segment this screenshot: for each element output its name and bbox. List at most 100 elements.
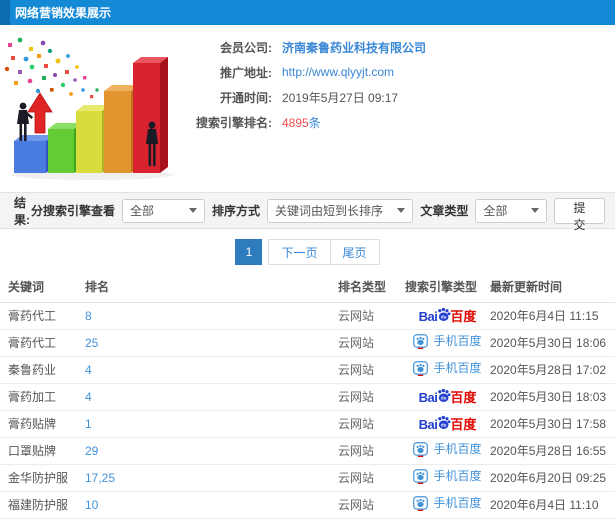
col-header-engine-type: 搜索引擎类型: [405, 272, 490, 303]
engine-cell: 手机百度: [405, 329, 490, 357]
chevron-down-icon: [189, 208, 198, 213]
next-page-button[interactable]: 下一页: [268, 239, 331, 265]
engine-cell: 手机百度: [405, 356, 490, 384]
article-type-select[interactable]: 全部: [475, 198, 547, 223]
bar-chart-clipart-icon: [4, 37, 174, 180]
title-bar-accent: [0, 0, 10, 25]
info-row-open-time: 开通时间: 2019年5月27日 09:17: [182, 90, 426, 105]
rank-cell: 4: [85, 356, 338, 384]
engine-cell: 手机百度: [405, 437, 490, 465]
engine-cell: 手机百度: [405, 491, 490, 519]
rank-cell: 8: [85, 302, 338, 330]
page-title: 网络营销效果展示: [15, 6, 112, 20]
rank-link[interactable]: 25: [85, 336, 98, 350]
last-page-button[interactable]: 尾页: [329, 239, 380, 265]
keyword-cell: 膏药代工: [0, 302, 85, 330]
mobile-baidu-logo: 手机百度: [413, 441, 482, 457]
rank-link[interactable]: 1: [85, 417, 92, 431]
rank-cell: 1: [85, 410, 338, 438]
table-row: 金华防护服 17,25 云网站 手机百度 2020年6月20日 09:25: [0, 464, 615, 492]
sort-label: 排序方式: [212, 204, 261, 218]
sort-select[interactable]: 关键词由短到长排序: [267, 198, 414, 223]
ranking-count-label: 搜索引擎排名:: [196, 115, 272, 130]
mobile-baidu-text: 手机百度: [433, 469, 482, 483]
chevron-down-icon: [397, 208, 406, 213]
rank-type-cell: 云网站: [338, 302, 405, 330]
promo-url-link[interactable]: http://www.qlyyjt.com: [282, 65, 394, 79]
member-info-section: 会员公司: 济南秦鲁药业科技有限公司 推广地址: http://www.qlyy…: [0, 25, 615, 192]
ranking-count-unit: 条: [308, 115, 321, 130]
engine-view-label: 分搜索引擎查看: [30, 204, 115, 218]
table-body: 膏药代工 8 云网站 Bai du 百度 2020年6月4日 11:15 膏药代…: [0, 302, 615, 519]
ranking-count-value: 4895: [282, 115, 309, 130]
table-row: 膏药贴牌 1 云网站 Bai du 百度 2020年5月30日 17:58: [0, 410, 615, 438]
rank-link[interactable]: 29: [85, 444, 98, 458]
baidu-logo-cn: 百度: [450, 390, 477, 405]
rank-link[interactable]: 4: [85, 363, 92, 377]
update-time-cell: 2020年5月30日 18:03: [490, 383, 615, 411]
table-row: 福建防护服 10 云网站 手机百度 2020年6月4日 11:10: [0, 491, 615, 519]
engine-view-select[interactable]: 全部: [121, 198, 206, 223]
table-row: 口罩贴牌 29 云网站 手机百度 2020年5月28日 16:55: [0, 437, 615, 465]
rank-link[interactable]: 10: [85, 498, 98, 512]
keyword-cell: 膏药代工: [0, 329, 85, 357]
article-type-label: 文章类型: [420, 204, 469, 218]
rank-type-cell: 云网站: [338, 383, 405, 411]
rank-type-cell: 云网站: [338, 491, 405, 519]
mobile-baidu-paw-icon: [413, 468, 429, 484]
engine-cell: 手机百度: [405, 464, 490, 492]
info-row-ranking-count: 搜索引擎排名: 4895条: [182, 115, 426, 130]
confetti-dots: [4, 37, 99, 99]
mobile-baidu-paw-icon: [413, 495, 429, 511]
mobile-baidu-logo: 手机百度: [413, 333, 482, 349]
baidu-logo-bai: Bai: [418, 417, 438, 432]
col-header-rank: 排名: [85, 272, 338, 303]
keyword-cell: 金华防护服: [0, 464, 85, 492]
ranking-table: 关键词 排名 排名类型 搜索引擎类型 最新更新时间 膏药代工 8 云网站 Bai…: [0, 272, 615, 519]
rank-cell: 4: [85, 383, 338, 411]
table-row: 膏药代工 8 云网站 Bai du 百度 2020年6月4日 11:15: [0, 302, 615, 330]
keyword-cell: 膏药加工: [0, 383, 85, 411]
pagination: 1 下一页 尾页: [0, 229, 615, 272]
update-time-cell: 2020年5月30日 18:06: [490, 329, 615, 357]
page-number-current[interactable]: 1: [235, 239, 263, 265]
company-link[interactable]: 济南秦鲁药业科技有限公司: [282, 41, 426, 55]
results-label: 结果:: [14, 195, 30, 227]
open-time-label: 开通时间:: [220, 90, 272, 105]
up-arrow-icon: [27, 92, 53, 134]
rank-cell: 25: [85, 329, 338, 357]
table-header-row: 关键词 排名 排名类型 搜索引擎类型 最新更新时间: [0, 272, 615, 303]
baidu-paw-icon: du: [438, 307, 451, 321]
keyword-cell: 膏药贴牌: [0, 410, 85, 438]
baidu-logo-cn: 百度: [450, 417, 477, 432]
rank-cell: 10: [85, 491, 338, 519]
mobile-baidu-paw-icon: [413, 441, 429, 457]
chevron-down-icon: [530, 208, 539, 213]
member-info-rows: 会员公司: 济南秦鲁药业科技有限公司 推广地址: http://www.qlyy…: [182, 33, 426, 192]
col-header-rank-type: 排名类型: [338, 272, 405, 303]
baidu-paw-icon: du: [438, 415, 451, 429]
company-label: 会员公司:: [220, 40, 272, 55]
title-bar: 网络营销效果展示: [0, 0, 615, 25]
rank-type-cell: 云网站: [338, 356, 405, 384]
baidu-logo-bai: Bai: [418, 309, 438, 324]
mobile-baidu-logo: 手机百度: [413, 360, 482, 376]
baidu-logo-bai: Bai: [418, 390, 438, 405]
baidu-logo-du: du: [441, 395, 447, 400]
update-time-cell: 2020年5月28日 17:02: [490, 356, 615, 384]
baidu-logo: Bai du 百度: [418, 388, 477, 405]
mobile-baidu-paw-icon: [413, 360, 429, 376]
rank-link[interactable]: 8: [85, 309, 92, 323]
rank-type-cell: 云网站: [338, 464, 405, 492]
engine-view-selected: 全部: [129, 204, 154, 218]
rank-link[interactable]: 4: [85, 390, 92, 404]
info-row-url: 推广地址: http://www.qlyyjt.com: [182, 65, 426, 80]
baidu-logo-du: du: [441, 314, 447, 319]
rank-link[interactable]: 17,25: [85, 471, 115, 485]
rank-cell: 29: [85, 437, 338, 465]
mobile-baidu-text: 手机百度: [433, 442, 482, 456]
mobile-baidu-text: 手机百度: [433, 361, 482, 375]
open-time-value: 2019年5月27日 09:17: [282, 90, 399, 105]
submit-button[interactable]: 提交: [553, 197, 605, 232]
promo-url-label: 推广地址:: [220, 65, 272, 80]
